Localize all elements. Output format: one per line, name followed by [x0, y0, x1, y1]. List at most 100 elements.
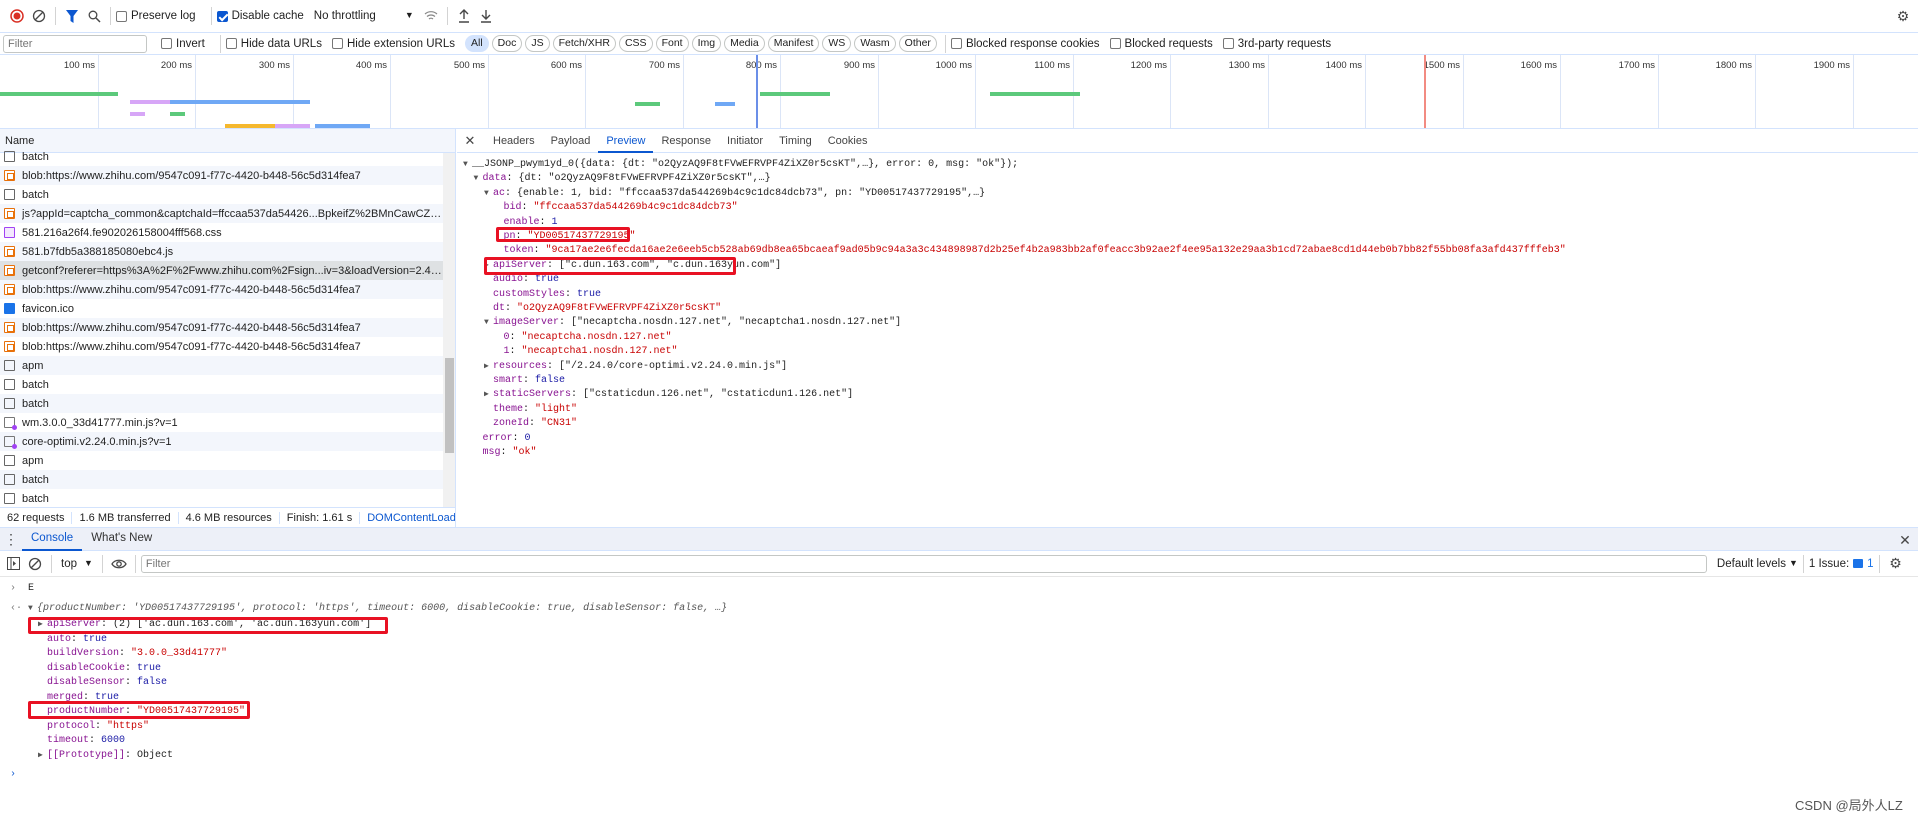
tab-response[interactable]: Response: [653, 129, 719, 153]
context-selector[interactable]: top ▼: [61, 558, 93, 570]
live-expression-eye-icon[interactable]: [108, 553, 130, 575]
drawer-tab-console[interactable]: Console: [22, 527, 83, 551]
request-row[interactable]: batch: [0, 489, 443, 507]
preview-line[interactable]: ▼ data: {dt: "o2QyzAQ9F8tFVwEFRVPF4ZiXZ0r…: [474, 172, 771, 186]
request-row[interactable]: blob:https://www.zhihu.com/9547c091-f77c…: [0, 318, 443, 337]
log-levels-select[interactable]: Default levels ▼: [1717, 558, 1798, 570]
preview-line[interactable]: ▼ __JSONP_pwym1yd_0({data: {dt: "o2QyzAQ9…: [463, 158, 1018, 172]
type-filter-img[interactable]: Img: [691, 35, 722, 52]
checkbox-checked[interactable]: [216, 10, 228, 22]
request-row[interactable]: favicon.ico: [0, 299, 443, 318]
request-row[interactable]: 581.b7fdb5a388185080ebc4.js: [0, 242, 443, 261]
drawer-tab-whatsnew[interactable]: What's New: [82, 527, 161, 551]
checkbox[interactable]: [950, 38, 962, 49]
highlight-box-pn: [496, 227, 630, 242]
scrollbar-thumb[interactable]: [445, 358, 454, 453]
network-overview-timeline[interactable]: 100 ms 200 ms 300 ms 400 ms 500 ms 600 ms 700 …: [0, 55, 1918, 129]
preview-line[interactable]: ▼ ac: {enable: 1, bid: "ffccaa537da544269…: [484, 187, 985, 201]
request-row[interactable]: blob:https://www.zhihu.com/9547c091-f77c…: [0, 166, 443, 185]
request-row[interactable]: core-optimi.v2.24.0.min.js?v=1: [0, 432, 443, 451]
console-property-line[interactable]: ▶ [[Prototype]]: Object: [38, 749, 173, 763]
filter-funnel-icon[interactable]: [61, 5, 83, 27]
preview-line[interactable]: ▶ resources: ["/2.24.0/core-optimi.v2.24.…: [484, 360, 787, 374]
tab-headers[interactable]: Headers: [485, 129, 543, 153]
tab-preview[interactable]: Preview: [598, 129, 654, 153]
search-icon[interactable]: [83, 5, 105, 27]
hide-extension-urls-checkbox[interactable]: Hide extension URLs: [331, 38, 455, 50]
type-filter-doc[interactable]: Doc: [491, 35, 523, 52]
type-filter-manifest[interactable]: Manifest: [767, 35, 820, 52]
type-filter-media[interactable]: Media: [724, 35, 765, 52]
console-prompt[interactable]: ›: [10, 768, 16, 782]
expand-down-icon[interactable]: ▼: [484, 316, 493, 330]
request-row[interactable]: getconf?referer=https%3A%2F%2Fwww.zhihu.…: [0, 261, 443, 280]
close-drawer-icon[interactable]: ✕: [1894, 529, 1916, 551]
request-row[interactable]: batch: [0, 394, 443, 413]
tab-payload[interactable]: Payload: [543, 129, 599, 153]
request-row[interactable]: blob:https://www.zhihu.com/9547c091-f77c…: [0, 337, 443, 356]
request-row[interactable]: wm.3.0.0_33d41777.min.js?v=1: [0, 413, 443, 432]
tab-cookies[interactable]: Cookies: [820, 129, 876, 153]
expand-down-icon[interactable]: ▼: [28, 602, 37, 616]
more-menu-kebab-icon[interactable]: ⋮: [0, 528, 22, 550]
tab-timing[interactable]: Timing: [771, 129, 820, 153]
request-row[interactable]: batch: [0, 147, 443, 166]
request-row[interactable]: blob:https://www.zhihu.com/9547c091-f77c…: [0, 280, 443, 299]
issues-button[interactable]: 1 Issue: 1: [1809, 558, 1874, 570]
request-row[interactable]: batch: [0, 375, 443, 394]
expand-right-icon[interactable]: ▶: [38, 749, 47, 763]
disable-cache-checkbox[interactable]: Disable cache: [216, 10, 304, 22]
request-row[interactable]: js?appId=captcha_common&captchaId=ffccaa…: [0, 204, 443, 223]
tab-initiator[interactable]: Initiator: [719, 129, 771, 153]
preview-line[interactable]: ▼ imageServer: ["necaptcha.nosdn.127.net"…: [484, 316, 901, 330]
third-party-requests-checkbox[interactable]: 3rd-party requests: [1222, 38, 1331, 50]
request-row[interactable]: batch: [0, 470, 443, 489]
show-sidebar-icon[interactable]: [2, 553, 24, 575]
import-har-upload-icon[interactable]: [453, 5, 475, 27]
console-filter-input[interactable]: [140, 554, 1707, 573]
checkbox[interactable]: [1109, 38, 1121, 49]
type-filter-font[interactable]: Font: [655, 35, 689, 52]
expand-down-icon[interactable]: ▼: [463, 158, 472, 172]
export-har-download-icon[interactable]: [475, 5, 497, 27]
request-row[interactable]: batch: [0, 185, 443, 204]
throttling-select[interactable]: No throttling ▼: [314, 10, 414, 22]
record-stop-icon[interactable]: [6, 5, 28, 27]
console-settings-gear-icon[interactable]: ⚙: [1885, 553, 1907, 575]
hide-data-urls-checkbox[interactable]: Hide data URLs: [225, 38, 322, 50]
property-value: false: [535, 375, 566, 386]
network-conditions-wifi-icon[interactable]: [420, 5, 442, 27]
checkbox[interactable]: [1222, 38, 1234, 49]
close-icon[interactable]: ✕: [459, 130, 481, 152]
invert-checkbox[interactable]: Invert: [161, 38, 205, 50]
blocked-requests-checkbox[interactable]: Blocked requests: [1109, 38, 1213, 50]
request-row[interactable]: apm: [0, 356, 443, 375]
type-filter-js[interactable]: JS: [525, 35, 550, 52]
checkbox[interactable]: [116, 10, 127, 22]
request-row[interactable]: 581.216a26f4.fe902026158004fff568.css: [0, 223, 443, 242]
expand-down-icon[interactable]: ▼: [474, 172, 483, 186]
type-filter-fetchxhr[interactable]: Fetch/XHR: [552, 35, 616, 52]
checkbox[interactable]: [225, 38, 237, 49]
filter-input[interactable]: [3, 34, 147, 53]
settings-gear-icon[interactable]: ⚙: [1892, 5, 1914, 27]
checkbox[interactable]: [331, 38, 343, 49]
type-filter-other[interactable]: Other: [898, 35, 937, 52]
expand-down-icon[interactable]: ▼: [484, 187, 493, 201]
expand-right-icon[interactable]: ▶: [484, 388, 493, 402]
preview-line: customStyles: true: [484, 288, 601, 302]
expand-right-icon[interactable]: ▶: [484, 360, 493, 374]
type-filter-wasm[interactable]: Wasm: [854, 35, 896, 52]
scrollbar[interactable]: [443, 153, 455, 507]
clear-console-icon[interactable]: [24, 553, 46, 575]
blocked-response-cookies-checkbox[interactable]: Blocked response cookies: [950, 38, 1100, 50]
type-filter-ws[interactable]: WS: [822, 35, 852, 52]
checkbox[interactable]: [161, 38, 172, 49]
clear-icon[interactable]: [28, 5, 50, 27]
request-row[interactable]: apm: [0, 451, 443, 470]
type-filter-all[interactable]: All: [464, 35, 489, 52]
console-result-summary[interactable]: ‹· ▼ {productNumber: 'YD00517437729195', …: [10, 602, 727, 616]
type-filter-css[interactable]: CSS: [618, 35, 653, 52]
preview-line[interactable]: ▶ staticServers: ["cstaticdun.126.net", "…: [484, 388, 853, 402]
preserve-log-checkbox[interactable]: Preserve log: [116, 10, 196, 22]
